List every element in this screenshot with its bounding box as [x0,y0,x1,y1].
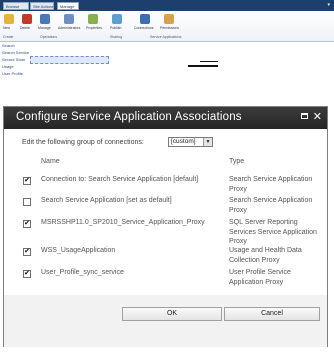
background-page: Browse Site Actions Manage ▾ New Delete … [0,0,334,82]
group-label-service-applications: Service Applications [150,35,182,39]
row-checkbox-2[interactable] [23,198,31,206]
row-name: WSS_UsageApplication [41,247,116,254]
row-type: SQL Server Reporting Services Service Ap… [229,219,317,245]
connection-group-value: [custom] [171,138,196,145]
tab-site-actions[interactable]: Site Actions [30,2,54,10]
delete-icon[interactable] [22,14,32,24]
row-name: Search Service Application [set as defau… [41,197,172,204]
redaction-mark [188,65,218,67]
ribbon-label-manage: Manage [38,26,51,30]
ribbon-label-new: New [3,26,11,30]
properties-icon[interactable] [88,14,98,24]
selected-row[interactable] [30,56,109,64]
column-header-name: Name [41,158,60,165]
connections-icon[interactable] [140,14,150,24]
row-type: User Profile Service Application Proxy [229,269,291,286]
edit-group-label: Edit the following group of connections: [22,139,144,146]
ribbon-label-delete: Delete [20,26,31,30]
ribbon-label-properties: Properties [86,26,102,30]
ribbon-label-permissions: Permissions [160,26,180,30]
configure-associations-dialog: Configure Service Application Associatio… [3,106,328,347]
connection-group-select[interactable]: [custom] ▼ [168,137,213,147]
tab-manage[interactable]: Manage [57,2,79,10]
group-label-sharing: Sharing [110,35,123,39]
row-checkbox-5[interactable]: ✔ [23,270,31,278]
permissions-icon[interactable] [164,14,174,24]
list-item[interactable]: Search Service [2,50,29,55]
tab-browse[interactable]: Browse [3,2,29,10]
list-item[interactable]: Search [2,43,15,48]
row-checkbox-1[interactable]: ✔ [23,177,31,185]
row-type: Search Service Application Proxy [229,176,313,193]
maximize-icon[interactable] [301,113,308,119]
manage-icon[interactable] [40,14,50,24]
close-icon[interactable]: ✕ [313,110,322,124]
row-type: Search Service Application Proxy [229,197,313,214]
dialog-title: Configure Service Application Associatio… [16,111,242,123]
column-header-type: Type [229,158,245,165]
administrators-icon[interactable] [64,14,74,24]
ribbon-label-connections: Connections [134,26,154,30]
group-label-operations: Operations [40,35,58,39]
user-menu-icon[interactable]: ▾ [327,2,330,8]
row-name: User_Profile_sync_service [41,269,124,276]
row-name: MSRSSHP11.0_SP2010_Service_Application_P… [41,219,205,226]
list-item[interactable]: Usage [2,64,14,69]
cancel-button[interactable]: Cancel [224,307,320,321]
list-item[interactable]: User Profile [2,71,23,76]
ok-button[interactable]: OK [122,307,222,321]
row-checkbox-3[interactable]: ✔ [23,220,31,228]
redaction-mark [200,61,218,62]
ribbon-label-administrators: Administrators [58,26,81,30]
row-checkbox-4[interactable]: ✔ [23,248,31,256]
group-label-create: Create [3,35,14,39]
ribbon-tab-bar: Browse Site Actions Manage ▾ [0,0,334,11]
service-applications-list: Search Search Service Secure Store Usage… [0,42,334,80]
chevron-down-icon[interactable]: ▼ [203,138,212,146]
row-type: Usage and Health Data Collection Proxy [229,247,302,264]
ribbon: New Delete Manage Administrators Propert… [0,11,334,42]
dialog-button-bar: OK Cancel [4,295,327,347]
dialog-title-bar: Configure Service Application Associatio… [4,107,327,129]
list-item[interactable]: Secure Store [2,57,25,62]
publish-icon[interactable] [112,14,122,24]
row-name: Connection to: Search Service Applicatio… [41,176,199,183]
new-icon[interactable] [4,14,14,24]
ribbon-label-publish: Publish [110,26,122,30]
